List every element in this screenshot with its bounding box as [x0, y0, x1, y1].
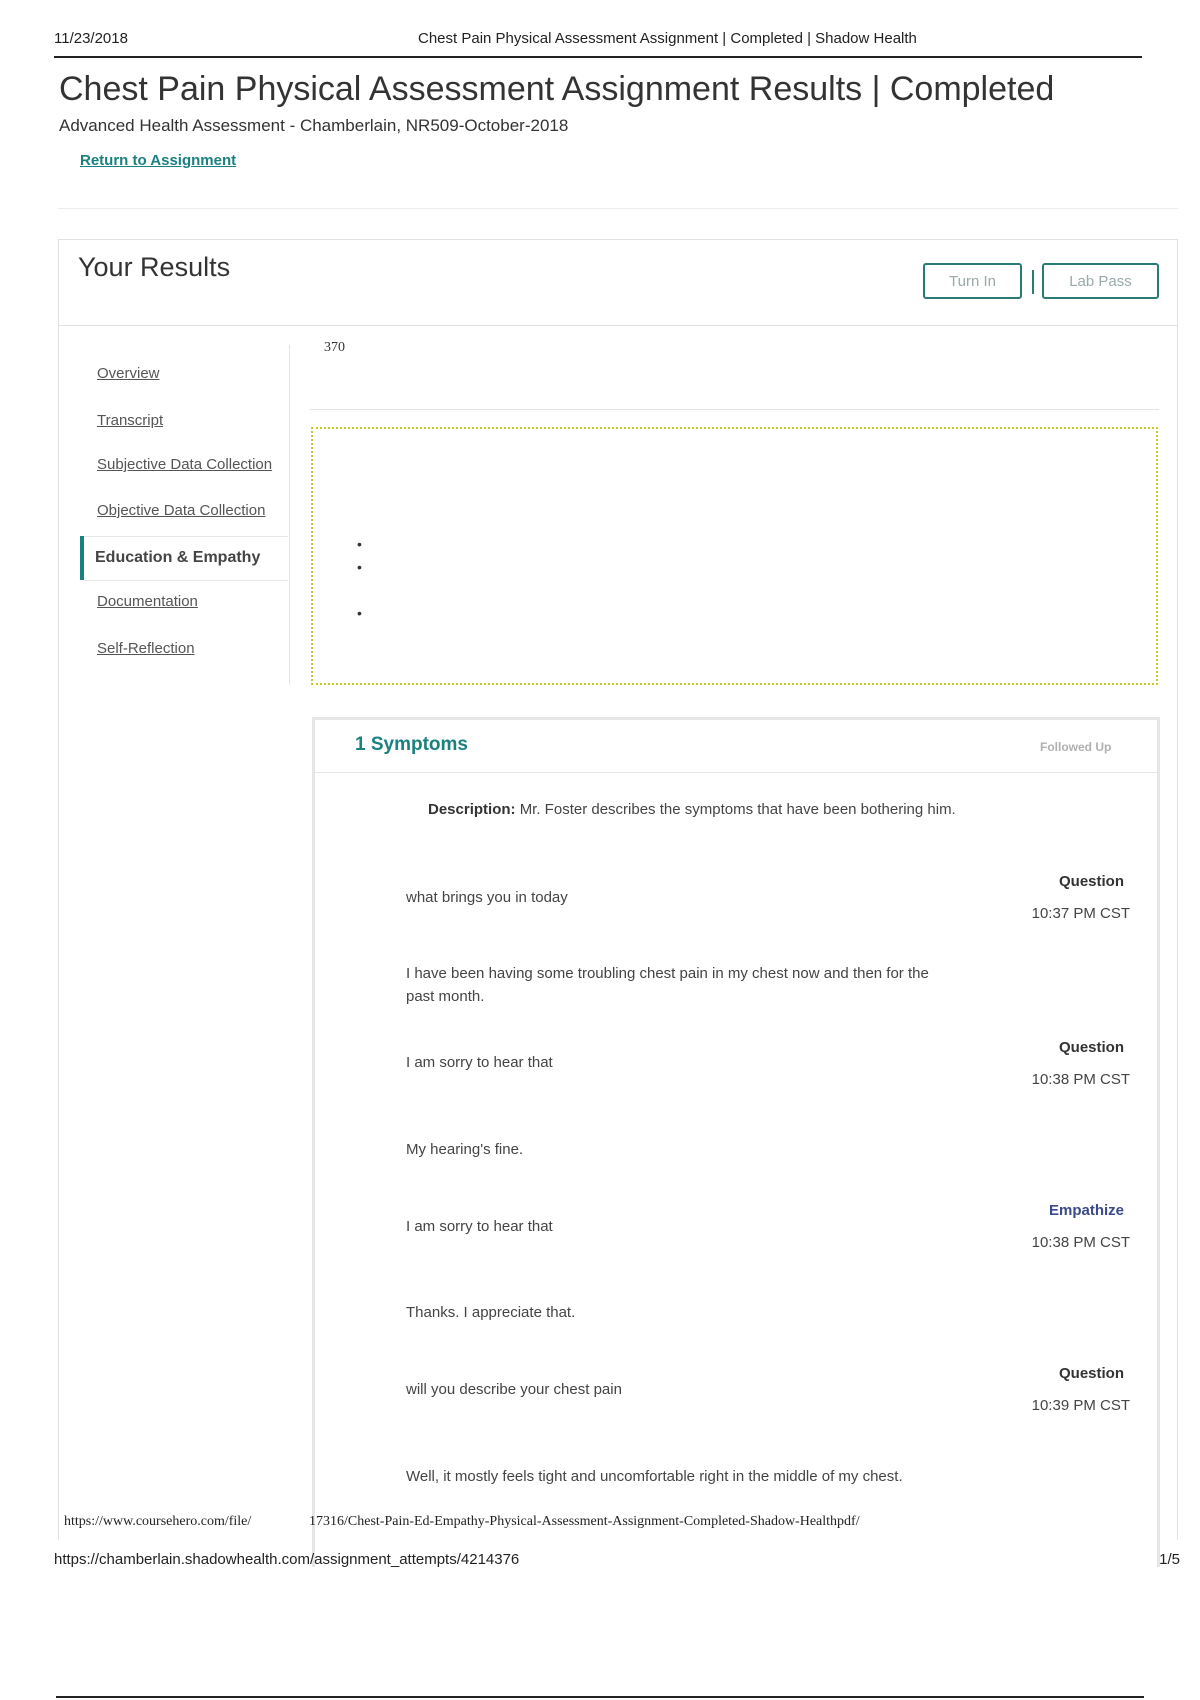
sidebar-item-overview[interactable]: Overview [97, 365, 160, 382]
list-bullet: • [357, 536, 362, 552]
results-heading: Your Results [78, 252, 231, 282]
sidebar-item-documentation[interactable]: Documentation [97, 593, 198, 610]
entry-time: 10:38 PM CST [1031, 1234, 1130, 1251]
section-divider [58, 208, 1178, 209]
sidebar-item-subjective-data-collection[interactable]: Subjective Data Collection [97, 456, 272, 473]
entry-time: 10:37 PM CST [1031, 905, 1130, 922]
header-divider [54, 56, 1142, 58]
card-header-divider [315, 772, 1157, 773]
page-number: 1/5 [1159, 1551, 1180, 1568]
entry-tag: Empathize [1048, 1202, 1124, 1219]
entry-tag: Question [1058, 873, 1124, 890]
turn-in-button[interactable]: Turn In [923, 263, 1022, 299]
score-value: 370 [324, 340, 345, 355]
entry-tag: Question [1058, 1039, 1124, 1056]
transcript-response: I have been having some troubling chest … [406, 965, 929, 1005]
page-subtitle: Advanced Health Assessment - Chamberlain… [59, 116, 569, 135]
bottom-divider [56, 1696, 1144, 1698]
description-text: Mr. Foster describes the symptoms that h… [519, 801, 956, 818]
sidebar-item-self-reflection[interactable]: Self-Reflection [97, 640, 195, 657]
section-description: Description: Mr. Foster describes the sy… [406, 799, 976, 821]
button-divider [1032, 270, 1034, 294]
entry-time: 10:38 PM CST [1031, 1071, 1130, 1088]
transcript-question: I am sorry to hear that [406, 1054, 553, 1071]
transcript-response: Thanks. I appreciate that. [406, 1304, 576, 1321]
transcript-empathy: I am sorry to hear that [406, 1218, 553, 1235]
list-bullet: • [357, 605, 362, 621]
sidebar-active-bottom-rule [84, 580, 288, 581]
sidebar-item-transcript[interactable]: Transcript [97, 412, 163, 429]
print-page-title: Chest Pain Physical Assessment Assignmen… [418, 30, 917, 47]
section-title: 1 Symptoms [355, 734, 468, 755]
transcript-response: My hearing's fine. [406, 1141, 524, 1158]
transcript-response: Well, it mostly feels tight and uncomfor… [406, 1468, 903, 1485]
entry-tag: Question [1058, 1365, 1124, 1382]
sidebar-item-education-empathy[interactable]: Education & Empathy [95, 549, 260, 567]
sidebar-item-objective-data-collection[interactable]: Objective Data Collection [97, 502, 265, 519]
return-to-assignment-link[interactable]: Return to Assignment [80, 152, 236, 169]
sidebar-active-indicator [80, 536, 84, 580]
status-badge: Followed Up [1040, 740, 1112, 754]
watermark-url-right: 17316/Chest-Pain-Ed-Empathy-Physical-Ass… [309, 1514, 860, 1529]
transcript-question: will you describe your chest pain [406, 1381, 622, 1398]
print-date: 11/23/2018 [54, 30, 128, 47]
transcript-question: what brings you in today [406, 889, 568, 906]
entry-time: 10:39 PM CST [1031, 1397, 1130, 1414]
sidebar-active-top-rule [84, 536, 288, 537]
watermark-url-left: https://www.coursehero.com/file/ [64, 1514, 252, 1529]
results-header-divider [58, 325, 1178, 326]
list-bullet: • [357, 559, 362, 575]
description-label: Description: [428, 801, 516, 818]
sidebar-divider [289, 345, 290, 685]
page-title: Chest Pain Physical Assessment Assignmen… [59, 70, 1055, 108]
score-divider [310, 409, 1159, 410]
lab-pass-button[interactable]: Lab Pass [1042, 263, 1159, 299]
print-footer-url: https://chamberlain.shadowhealth.com/ass… [54, 1551, 520, 1568]
summary-box [311, 427, 1158, 685]
